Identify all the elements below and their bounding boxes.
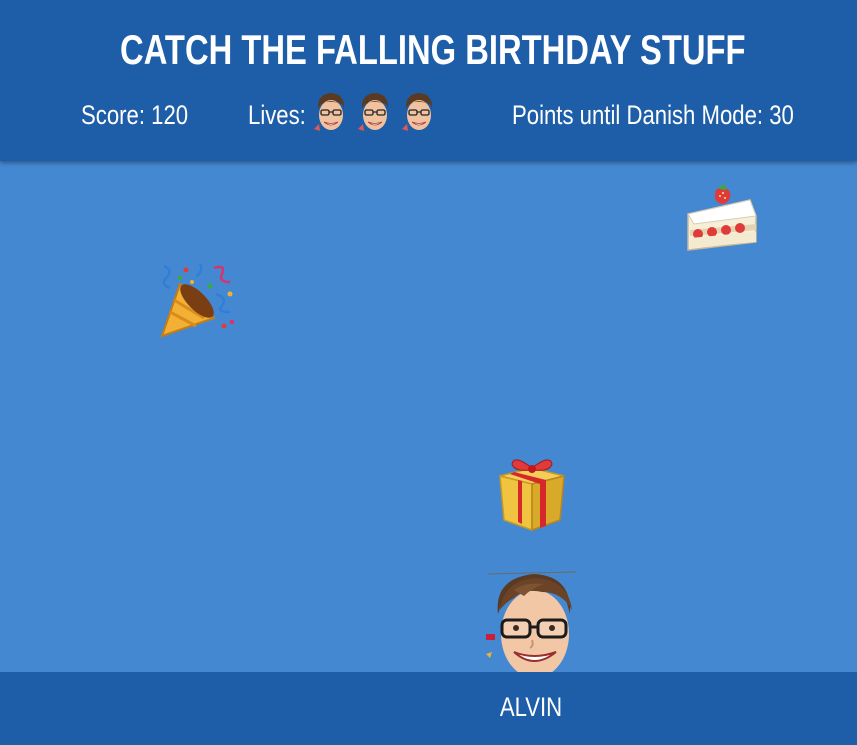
life-face-icon — [358, 93, 389, 131]
score-display: Score: 120 — [81, 100, 189, 130]
life-face-icon — [402, 93, 433, 131]
shortcake-icon — [687, 184, 757, 251]
game-canvas[interactable]: CATCH THE FALLING BIRTHDAY STUFF Score: … — [0, 0, 857, 745]
lives-label: Lives: — [248, 100, 306, 130]
player-area-bar — [0, 672, 857, 745]
danish-mode-counter: Points until Danish Mode: 30 — [512, 100, 794, 130]
player-face-icon[interactable] — [484, 570, 580, 672]
life-face-icon — [314, 93, 345, 131]
gift-icon — [499, 459, 565, 532]
party-popper-icon — [160, 263, 234, 338]
lives-indicator — [313, 91, 437, 135]
game-title: CATCH THE FALLING BIRTHDAY STUFF — [120, 26, 746, 73]
game-header: CATCH THE FALLING BIRTHDAY STUFF Score: … — [0, 0, 857, 161]
player-name: ALVIN — [499, 692, 563, 722]
